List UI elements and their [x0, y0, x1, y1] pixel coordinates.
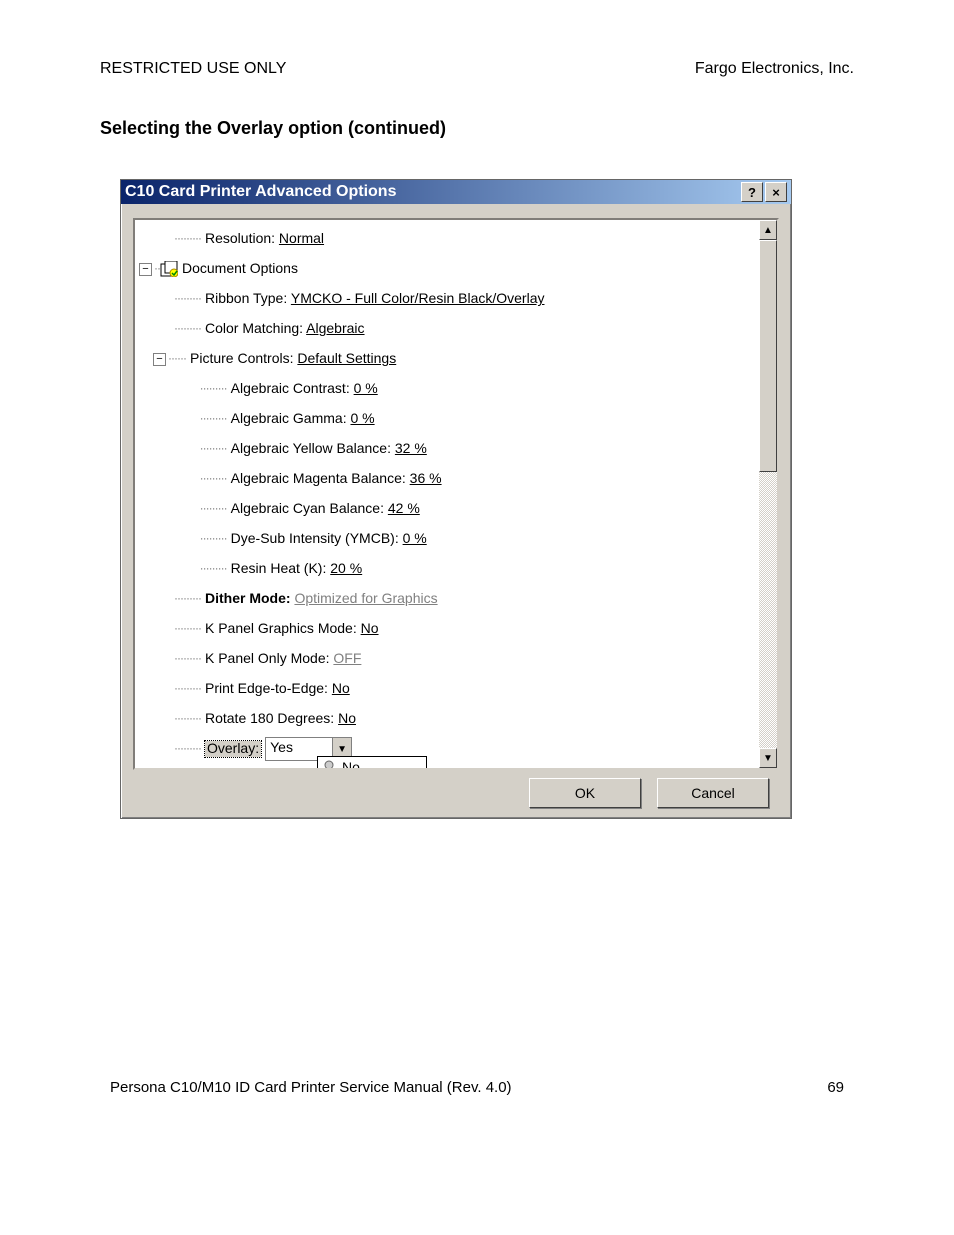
- scroll-up-button[interactable]: ▲: [759, 220, 777, 240]
- lightbulb-off-icon: [322, 760, 336, 770]
- overlay-label: Overlay:: [205, 741, 261, 756]
- tree-item-ribbon-type[interactable]: ········· Ribbon Type: YMCKO - Full Colo…: [139, 284, 775, 314]
- tree-item-edge-to-edge[interactable]: ········· Print Edge-to-Edge: No: [139, 674, 775, 704]
- section-title: Selecting the Overlay option (continued): [100, 118, 854, 139]
- options-tree: ········· Resolution: Normal − ·· Docume…: [133, 218, 779, 770]
- header-left: RESTRICTED USE ONLY: [100, 60, 286, 78]
- tree-item-dye-sub[interactable]: ········· Dye-Sub Intensity (YMCB): 0 %: [139, 524, 775, 554]
- tree-item-k-panel-graphics[interactable]: ········· K Panel Graphics Mode: No: [139, 614, 775, 644]
- dialog-window: C10 Card Printer Advanced Options ? × ··…: [120, 179, 792, 819]
- footer-text: Persona C10/M10 ID Card Printer Service …: [110, 1079, 512, 1096]
- expander-icon[interactable]: −: [153, 353, 166, 366]
- ok-button[interactable]: OK: [529, 778, 641, 808]
- page-number: 69: [827, 1079, 844, 1096]
- tree-item-alg-gamma[interactable]: ········· Algebraic Gamma: 0 %: [139, 404, 775, 434]
- expander-icon[interactable]: −: [139, 263, 152, 276]
- scroll-down-button[interactable]: ▼: [759, 748, 777, 768]
- header-right: Fargo Electronics, Inc.: [695, 60, 854, 78]
- overlay-option-no[interactable]: No: [318, 757, 426, 770]
- scroll-thumb[interactable]: [759, 240, 777, 472]
- dialog-title: C10 Card Printer Advanced Options: [125, 183, 396, 201]
- tree-item-dither-mode[interactable]: ········· Dither Mode: Optimized for Gra…: [139, 584, 775, 614]
- tree-item-overlay[interactable]: ········· Overlay: Yes ▼: [139, 734, 775, 764]
- tree-item-color-matching[interactable]: ········· Color Matching: Algebraic: [139, 314, 775, 344]
- close-button[interactable]: ×: [765, 182, 787, 202]
- scroll-track[interactable]: [759, 240, 777, 748]
- document-options-icon: [160, 261, 178, 277]
- titlebar: C10 Card Printer Advanced Options ? ×: [121, 180, 791, 204]
- tree-item-alg-magenta[interactable]: ········· Algebraic Magenta Balance: 36 …: [139, 464, 775, 494]
- vertical-scrollbar[interactable]: ▲ ▼: [759, 220, 777, 768]
- tree-item-alg-cyan[interactable]: ········· Algebraic Cyan Balance: 42 %: [139, 494, 775, 524]
- tree-item-alg-yellow[interactable]: ········· Algebraic Yellow Balance: 32 %: [139, 434, 775, 464]
- overlay-dropdown[interactable]: No Yes: [317, 756, 427, 770]
- tree-item-resolution[interactable]: ········· Resolution: Normal: [139, 224, 775, 254]
- tree-item-k-panel-only[interactable]: ········· K Panel Only Mode: OFF: [139, 644, 775, 674]
- help-button[interactable]: ?: [741, 182, 763, 202]
- cancel-button[interactable]: Cancel: [657, 778, 769, 808]
- tree-item-document-options[interactable]: − ·· Document Options: [139, 254, 775, 284]
- tree-item-rotate-180[interactable]: ········· Rotate 180 Degrees: No: [139, 704, 775, 734]
- tree-item-resin-heat[interactable]: ········· Resin Heat (K): 20 %: [139, 554, 775, 584]
- tree-item-alg-contrast[interactable]: ········· Algebraic Contrast: 0 %: [139, 374, 775, 404]
- tree-item-picture-controls[interactable]: − ······ Picture Controls: Default Setti…: [139, 344, 775, 374]
